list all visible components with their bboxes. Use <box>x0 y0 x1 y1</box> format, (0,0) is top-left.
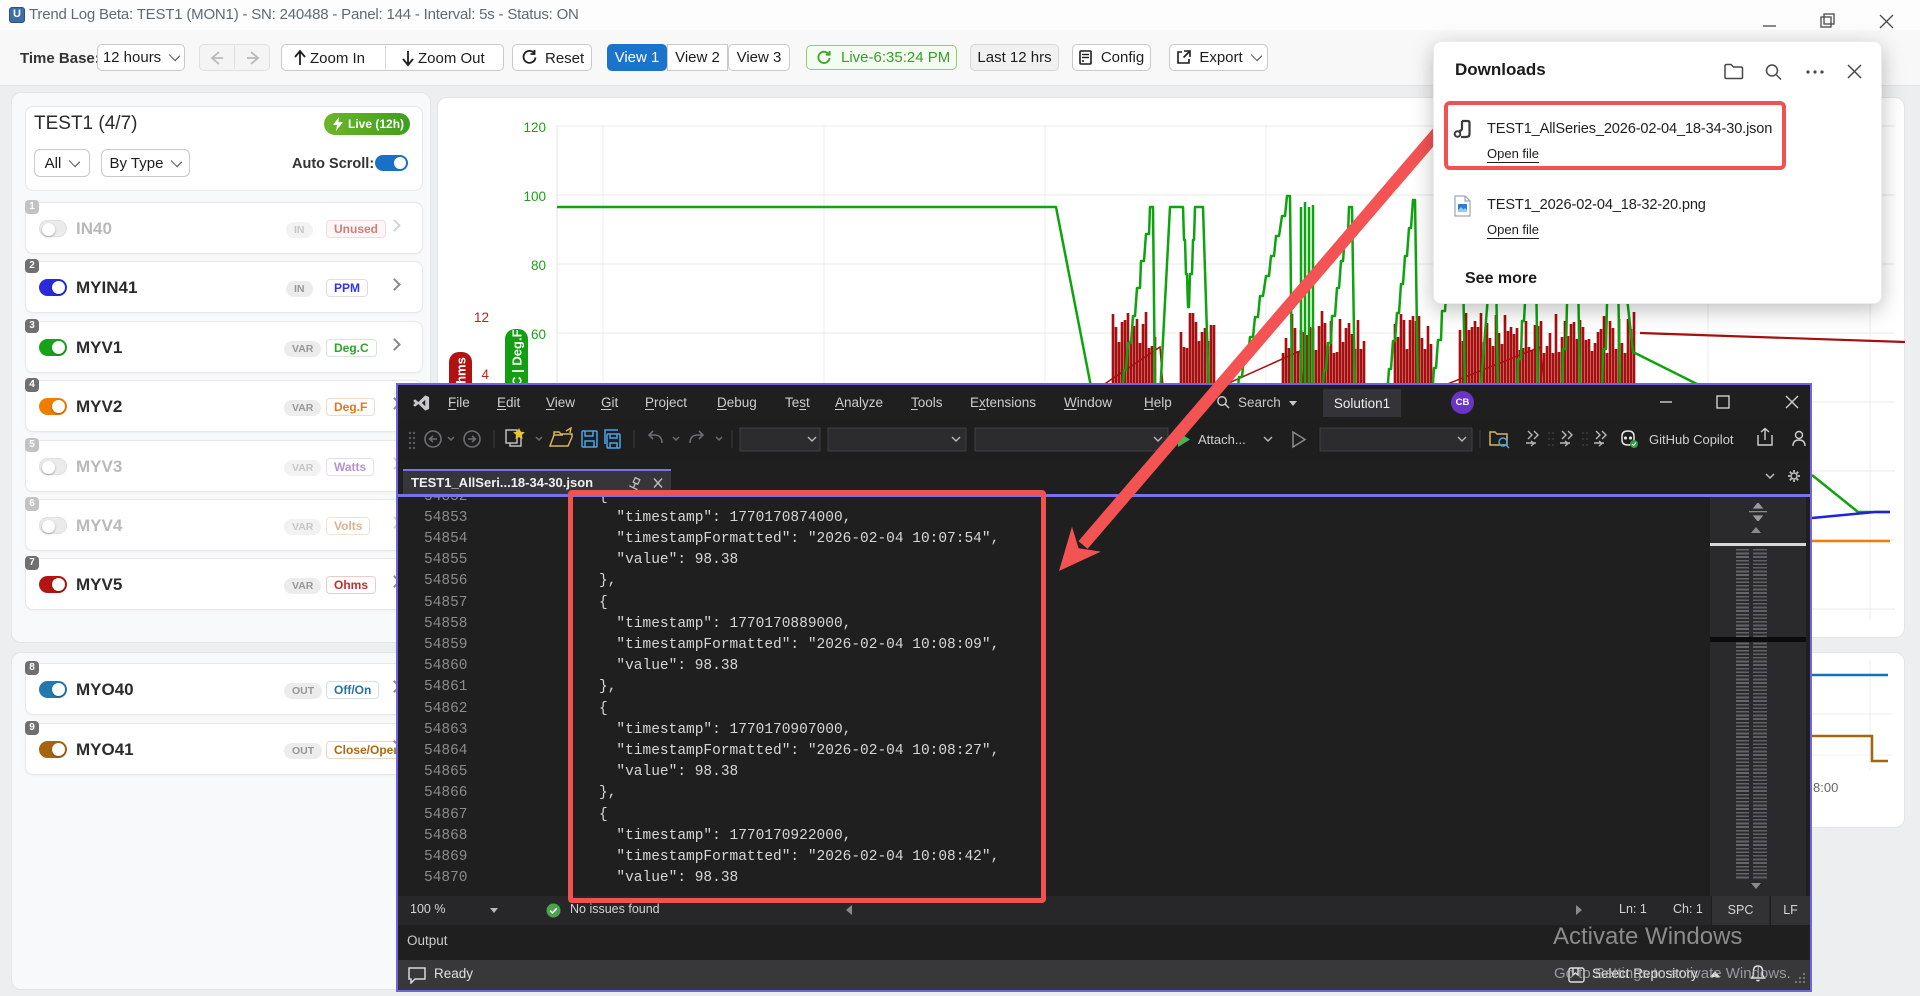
svg-text:12: 12 <box>474 310 489 325</box>
svg-text:GitHub Copilot: GitHub Copilot <box>1649 432 1734 447</box>
svg-text:120: 120 <box>523 120 546 135</box>
svg-text:8:00: 8:00 <box>1813 780 1838 795</box>
svg-text:100: 100 <box>523 189 546 204</box>
svg-text:60: 60 <box>531 327 546 342</box>
svg-text:80: 80 <box>531 258 546 273</box>
svg-text:4: 4 <box>481 367 489 382</box>
